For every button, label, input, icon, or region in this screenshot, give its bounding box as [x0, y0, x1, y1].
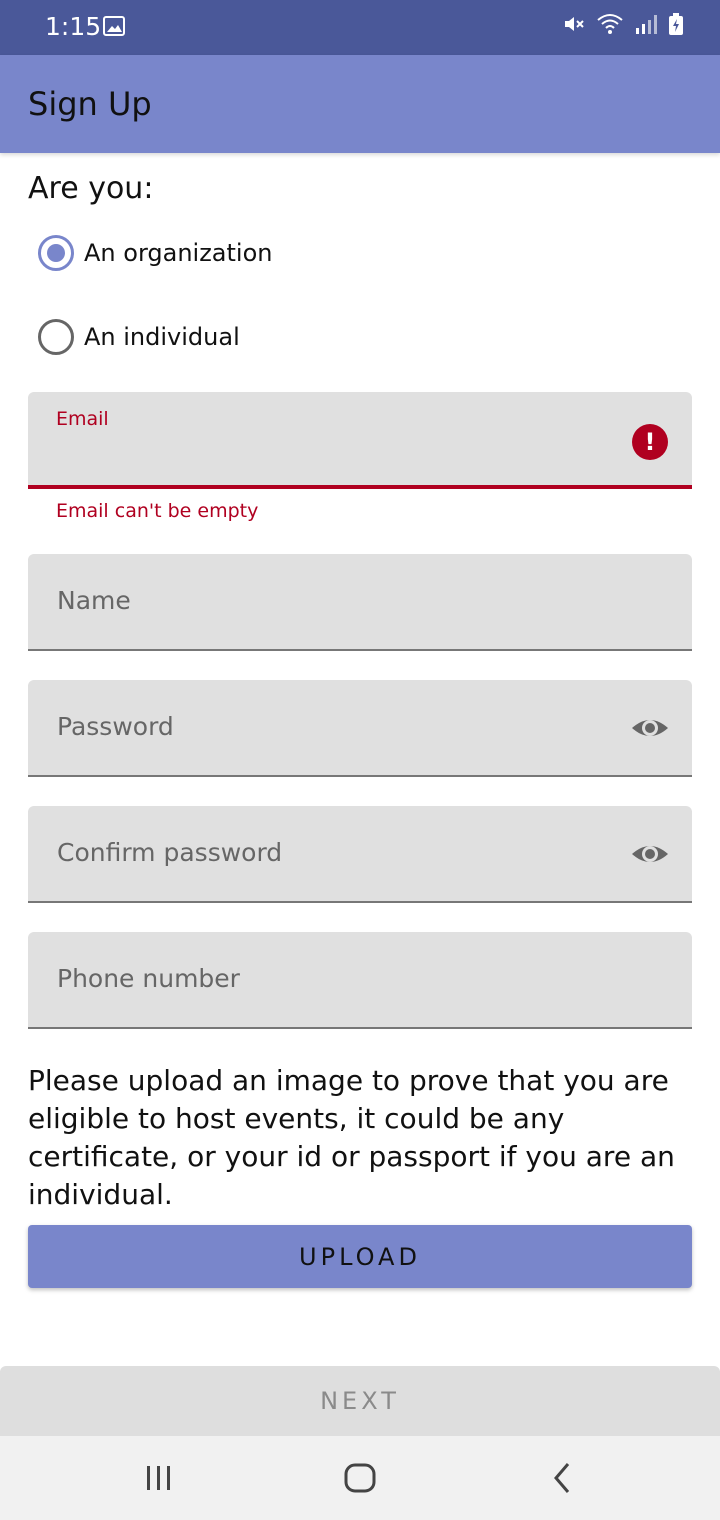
radio-label-organization: An organization	[84, 239, 273, 267]
gallery-icon	[103, 16, 125, 36]
recents-icon[interactable]	[139, 1458, 179, 1498]
password-field[interactable]: Password	[28, 680, 692, 777]
email-error-text: Email can't be empty	[56, 500, 259, 522]
app-bar: Sign Up	[0, 55, 720, 153]
name-placeholder: Name	[57, 586, 131, 615]
status-bar: 1:15	[0, 0, 720, 55]
back-icon[interactable]	[542, 1458, 582, 1498]
phone-placeholder: Phone number	[57, 964, 240, 993]
mute-icon	[565, 17, 584, 31]
password-placeholder: Password	[57, 712, 174, 741]
next-button[interactable]: NEXT	[0, 1366, 720, 1436]
eye-icon[interactable]	[630, 710, 670, 746]
radio-button-checked[interactable]	[38, 235, 74, 271]
radio-option-organization[interactable]: An organization	[38, 233, 272, 273]
signal-icon	[636, 15, 657, 34]
wifi-icon	[597, 14, 623, 34]
error-icon: !	[632, 424, 668, 460]
upload-button[interactable]: UPLOAD	[28, 1225, 692, 1288]
page-title: Sign Up	[28, 85, 152, 123]
upload-instructions: Please upload an image to prove that you…	[28, 1064, 675, 1211]
email-field[interactable]: Email !	[28, 392, 692, 489]
confirm-password-placeholder: Confirm password	[57, 838, 283, 867]
radio-button-unchecked[interactable]	[38, 319, 74, 355]
email-label: Email	[56, 408, 109, 430]
status-time: 1:15	[45, 12, 102, 41]
eye-icon[interactable]	[630, 836, 670, 872]
home-icon[interactable]	[340, 1458, 380, 1498]
account-type-question: Are you:	[28, 171, 154, 206]
confirm-password-field[interactable]: Confirm password	[28, 806, 692, 903]
battery-icon	[669, 13, 683, 35]
radio-label-individual: An individual	[84, 323, 240, 351]
system-nav-bar	[0, 1436, 720, 1520]
name-field[interactable]: Name	[28, 554, 692, 651]
phone-field[interactable]: Phone number	[28, 932, 692, 1029]
radio-option-individual[interactable]: An individual	[38, 317, 240, 357]
status-icons	[562, 12, 684, 36]
